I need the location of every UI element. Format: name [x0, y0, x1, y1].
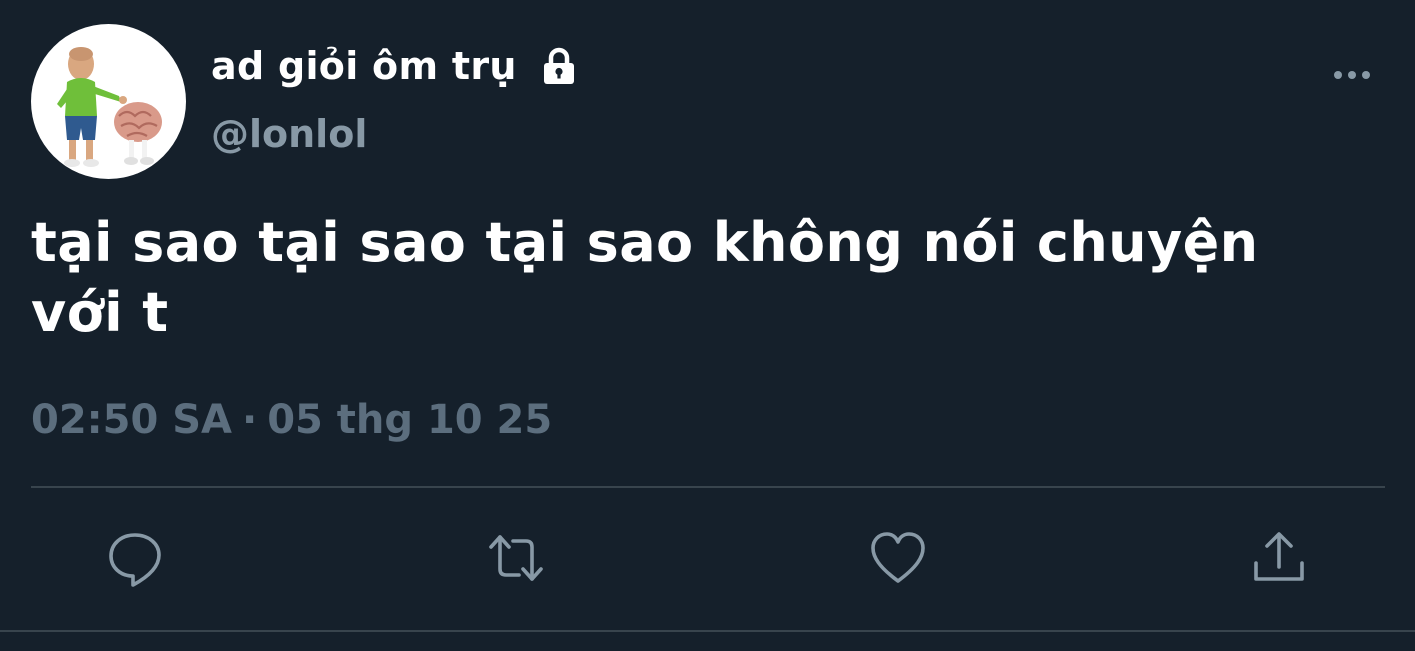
lock-icon [539, 46, 579, 86]
share-upload-icon [1254, 532, 1304, 581]
share-button[interactable] [1249, 528, 1309, 588]
like-button[interactable] [868, 528, 928, 588]
timestamp-separator: · [242, 397, 258, 443]
tweet-text-line: với t [31, 281, 169, 344]
avatar-image [57, 47, 162, 167]
more-dots-icon [1334, 71, 1370, 79]
more-options-button[interactable] [1330, 62, 1374, 88]
divider [31, 486, 1385, 488]
avatar[interactable] [31, 24, 186, 179]
bottom-divider [0, 630, 1415, 632]
tweet-time: 02:50 SA [31, 397, 233, 443]
tweet-text: tại sao tại sao tại sao không nói chuyện… [31, 208, 1371, 348]
display-name-row: ad giỏi ôm trụ [211, 38, 579, 94]
user-handle[interactable]: @lonlol [211, 112, 367, 156]
reply-button[interactable] [105, 528, 165, 588]
heart-icon [871, 532, 925, 583]
tweet-timestamp[interactable]: 02:50 SA · 05 thg 10 25 [31, 397, 552, 443]
speech-bubble-icon [109, 533, 161, 587]
tweet-text-line: tại sao tại sao tại sao không nói chuyện [31, 211, 1259, 274]
retweet-arrows-icon [489, 535, 543, 581]
display-name[interactable]: ad giỏi ôm trụ [211, 44, 517, 88]
retweet-button[interactable] [486, 528, 546, 588]
tweet-date: 05 thg 10 25 [267, 397, 553, 443]
